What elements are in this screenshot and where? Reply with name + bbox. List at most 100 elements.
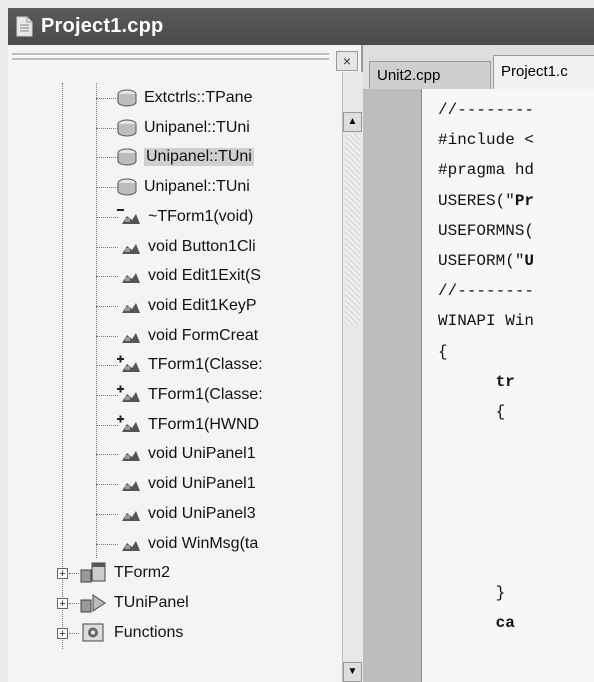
tree-item[interactable]: TForm1(Classe: — [116, 382, 263, 408]
code-line[interactable]: #include < — [438, 131, 534, 149]
window-titlebar: Project1.cpp — [8, 8, 594, 45]
class-member-icon — [116, 147, 138, 167]
pane-grip[interactable] — [8, 51, 333, 65]
document-icon — [16, 16, 33, 37]
tree-item[interactable]: TForm1(Classe: — [116, 352, 263, 378]
component-class-icon — [80, 591, 108, 615]
tree-connector-line — [96, 513, 118, 515]
code-editor: Unit2.cpp Project1.c //-------- #include … — [363, 45, 594, 682]
tree-item[interactable]: void UniPanel1 — [116, 441, 256, 467]
tree-item-label: void FormCreat — [148, 326, 259, 344]
code-line[interactable]: USEFORM("U — [438, 252, 534, 270]
tree-item-label: Extctrls::TPane — [144, 89, 253, 106]
tree-item[interactable]: Unipanel::TUni — [116, 174, 250, 200]
code-text: #include < — [438, 131, 535, 150]
tree-item-label: void Edit1Exit(S — [148, 267, 261, 285]
tree-item-label: void Edit1KeyP — [148, 296, 257, 314]
code-line[interactable]: ca — [438, 614, 515, 632]
editor-tabs: Unit2.cpp Project1.c — [363, 55, 594, 91]
code-text: { — [438, 342, 448, 361]
close-pane-button[interactable]: × — [336, 51, 358, 71]
code-line[interactable]: WINAPI Win — [438, 312, 534, 330]
tree-connector-line — [69, 602, 79, 604]
class-explorer-pane: × Extctrls::TPane Unipanel::TUni Unipanel:… — [8, 45, 363, 682]
tree-item[interactable]: void Edit1KeyP — [116, 293, 257, 319]
tree-item[interactable]: Unipanel::TUni — [116, 144, 254, 170]
tree-root-item[interactable]: TUniPanel — [80, 590, 189, 616]
tree-item[interactable]: TForm1(HWND — [116, 412, 259, 438]
editor-gutter — [363, 89, 422, 682]
tree-root-item[interactable]: Functions — [80, 620, 183, 646]
tree-connector-line — [96, 395, 118, 396]
tree-connector-line — [62, 83, 63, 650]
tree-item[interactable]: Extctrls::TPane — [116, 85, 252, 111]
class-tree: Extctrls::TPane Unipanel::TUni Unipanel::T… — [8, 83, 342, 682]
tree-item[interactable]: void Edit1Exit(S — [116, 263, 261, 289]
tree-item-label: void UniPanel3 — [148, 504, 256, 522]
tree-item[interactable]: Unipanel::TUni — [116, 115, 250, 141]
method-icon — [116, 326, 142, 346]
expand-toggle[interactable]: + — [57, 627, 68, 639]
code-line[interactable]: { — [438, 403, 506, 421]
tree-item-label: void UniPanel1 — [148, 475, 256, 493]
code-line[interactable]: } — [438, 584, 506, 602]
code-text: USERES(" — [438, 191, 515, 210]
tree-item-label: TForm1(Classe: — [148, 386, 263, 403]
tree-root-label: TUniPanel — [114, 593, 189, 611]
tree-connector-line — [96, 246, 118, 248]
tree-connector-line — [96, 98, 118, 99]
destructor-icon — [116, 207, 142, 227]
form-class-icon — [80, 561, 108, 585]
constructor-icon — [116, 415, 142, 435]
tree-root-label: Functions — [114, 623, 184, 641]
method-icon — [116, 534, 142, 554]
code-line[interactable]: USEFORMNS( — [438, 222, 534, 240]
code-line[interactable]: #pragma hd — [438, 161, 534, 179]
tree-connector-line — [96, 157, 118, 159]
method-icon — [116, 444, 142, 464]
tree-connector-line — [69, 573, 79, 575]
window-title: Project1.cpp — [41, 15, 164, 37]
scroll-up-button[interactable]: ▲ — [343, 112, 362, 132]
code-line[interactable]: tr — [438, 373, 515, 391]
code-line[interactable]: //-------- — [438, 101, 534, 119]
tree-connector-line — [96, 543, 118, 545]
tree-item[interactable]: ~TForm1(void) — [116, 204, 253, 230]
tree-item-label: void UniPanel1 — [148, 445, 256, 463]
tree-connector-line — [96, 187, 118, 189]
tree-connector-line — [96, 83, 97, 559]
scroll-track[interactable] — [345, 134, 360, 324]
tree-item-label: Unipanel::TUni — [144, 118, 250, 136]
tree-item[interactable]: void UniPanel3 — [116, 501, 256, 527]
tree-connector-line — [96, 454, 118, 456]
method-icon — [116, 474, 142, 494]
tree-root-label: TForm2 — [114, 564, 170, 582]
tree-connector-line — [96, 484, 118, 486]
expand-toggle[interactable]: + — [57, 568, 68, 580]
tab-unit2-cpp[interactable]: Unit2.cpp — [369, 61, 491, 91]
tree-root-item[interactable]: TForm2 — [80, 560, 170, 586]
code-text: //-------- — [438, 282, 535, 301]
tree-item[interactable]: void Button1Cli — [116, 234, 256, 260]
code-line[interactable]: USERES("Pr — [438, 192, 534, 210]
code-text: //-------- — [438, 101, 535, 119]
method-icon — [116, 266, 142, 286]
tree-item[interactable]: void UniPanel1 — [116, 471, 256, 497]
code-text: USEFORMNS( — [438, 221, 535, 240]
code-text: #pragma hd — [438, 161, 535, 180]
expand-toggle[interactable]: + — [57, 597, 68, 609]
scroll-down-button[interactable]: ▼ — [343, 662, 362, 682]
code-area[interactable]: //-------- #include < #pragma hd USERES("Pr… — [422, 89, 594, 682]
tree-item-label: TForm1(HWND — [148, 415, 260, 433]
tree-item[interactable]: void WinMsg(ta — [116, 531, 258, 557]
tree-item-label: Unipanel::TUni — [144, 178, 250, 196]
code-line[interactable]: { — [438, 343, 448, 361]
tree-item[interactable]: void FormCreat — [116, 323, 258, 349]
constructor-icon — [116, 385, 142, 405]
code-keyword: tr — [495, 372, 515, 391]
code-line[interactable]: //-------- — [438, 282, 534, 300]
tab-project1-cpp[interactable]: Project1.c — [493, 55, 594, 89]
tree-vertical-scrollbar[interactable]: ▲ ▼ — [342, 72, 363, 682]
class-member-icon — [116, 177, 138, 197]
